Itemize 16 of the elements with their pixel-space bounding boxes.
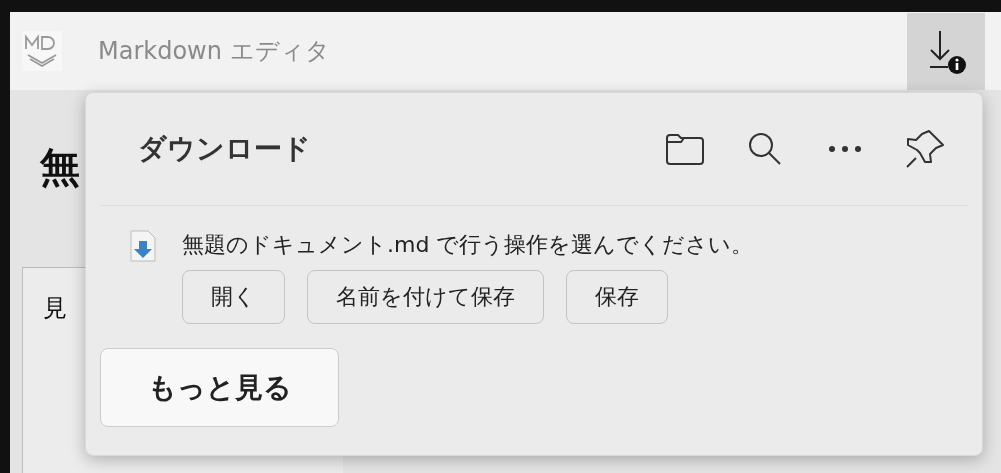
download-message: 無題のドキュメント.md で行う操作を選んでください。 (182, 231, 754, 259)
panel-title: ダウンロード (138, 131, 312, 167)
folder-icon (665, 132, 705, 166)
search-icon (747, 131, 783, 167)
action-button[interactable]: 開く (182, 270, 285, 324)
more-icon (828, 145, 862, 153)
downloads-button[interactable] (907, 13, 985, 90)
pin-icon (905, 129, 945, 169)
file-download-icon (130, 230, 156, 262)
document-heading: 無 (40, 143, 80, 192)
action-button[interactable]: 保存 (566, 270, 668, 324)
window-title: Markdown エディタ (98, 36, 331, 67)
section-label: 見 (43, 293, 67, 324)
pin-button[interactable] (904, 128, 946, 170)
see-more-button[interactable]: もっと見る (100, 348, 339, 427)
action-button[interactable]: 名前を付けて保存 (307, 270, 544, 324)
